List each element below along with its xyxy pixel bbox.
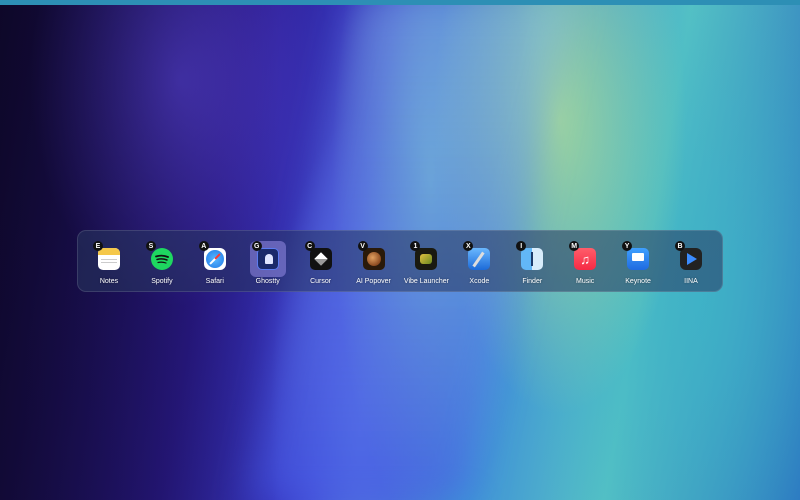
- hotkey-badge: G: [251, 241, 262, 251]
- cursor-icon: [309, 248, 332, 270]
- app-item-spotify[interactable]: S Spotify: [139, 239, 185, 287]
- app-item-xcode[interactable]: X Xcode: [456, 239, 502, 287]
- hotkey-badge: B: [674, 241, 685, 251]
- ghostty-icon: [256, 248, 279, 270]
- xcode-icon: [468, 248, 491, 270]
- app-label: AI Popover: [356, 278, 391, 285]
- app-label: IINA: [684, 278, 698, 285]
- app-item-ai-popover[interactable]: V AI Popover: [351, 239, 397, 287]
- hotkey-badge: Y: [622, 241, 633, 251]
- hotkey-badge: A: [198, 241, 209, 251]
- app-item-cursor[interactable]: C Cursor: [298, 239, 344, 287]
- app-item-safari[interactable]: A Safari: [192, 239, 238, 287]
- vibe-launcher-icon: [415, 248, 438, 270]
- safari-icon: [203, 248, 226, 270]
- spotify-icon: [150, 248, 173, 270]
- app-label: Safari: [205, 278, 224, 285]
- finder-icon: [521, 248, 544, 270]
- app-label: Ghostty: [255, 278, 280, 285]
- hotkey-badge: E: [93, 241, 103, 251]
- app-label: Music: [576, 278, 595, 285]
- app-item-notes[interactable]: E Notes: [86, 239, 132, 287]
- music-icon: ♫: [574, 248, 597, 270]
- iina-icon: [679, 248, 702, 270]
- app-label: Cursor: [310, 278, 332, 285]
- keynote-icon: [627, 248, 650, 270]
- app-label: Finder: [522, 278, 543, 285]
- hotkey-badge: S: [145, 241, 156, 251]
- app-label: Keynote: [625, 278, 651, 285]
- app-item-music[interactable]: ♫ M Music: [562, 239, 608, 287]
- app-item-ghostty[interactable]: G Ghostty: [245, 239, 291, 287]
- app-label: Vibe Launcher: [403, 278, 449, 285]
- app-item-iina[interactable]: B IINA: [668, 239, 714, 287]
- app-item-finder[interactable]: I Finder: [509, 239, 555, 287]
- menu-bar-strip: [0, 0, 800, 5]
- ai-popover-icon: [362, 248, 385, 270]
- hotkey-badge: C: [304, 241, 315, 251]
- app-label: Notes: [99, 278, 119, 285]
- app-item-vibe-launcher[interactable]: 1 Vibe Launcher: [403, 239, 449, 287]
- spotify-waves: [155, 254, 169, 264]
- app-label: Xcode: [469, 278, 490, 285]
- notes-icon: [98, 248, 120, 270]
- app-label: Spotify: [151, 278, 173, 285]
- app-item-keynote[interactable]: Y Keynote: [615, 239, 661, 287]
- hotkey-badge: V: [357, 241, 368, 251]
- app-switcher-panel: E Notes S Spotify A Safari G Ghostty C C…: [77, 230, 723, 292]
